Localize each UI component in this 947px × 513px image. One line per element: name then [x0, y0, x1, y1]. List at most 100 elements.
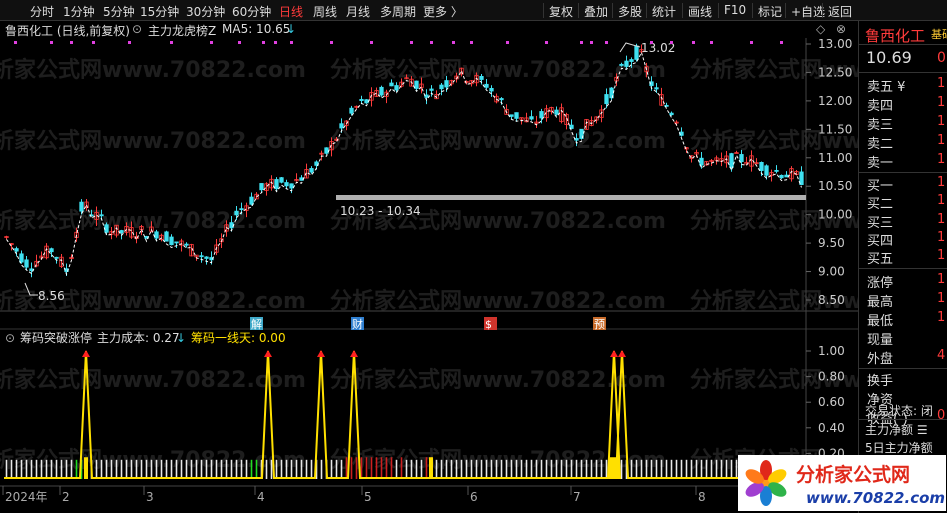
candle-body	[489, 88, 494, 92]
timeframe-tab-2[interactable]: 5分钟	[103, 3, 135, 20]
timeframe-tab-3[interactable]: 15分钟	[140, 3, 179, 20]
y-tick-label: 10.50	[818, 179, 852, 193]
toolbar-action-0[interactable]: 复权	[549, 3, 573, 20]
candle-body	[239, 208, 244, 211]
site-logo: 分析家公式网 www.70822.com	[738, 455, 946, 511]
candle-body	[739, 154, 744, 163]
candle-body	[479, 75, 484, 80]
fund-row-5day[interactable]: 5日主力净额	[865, 439, 933, 456]
signal-dot	[210, 41, 213, 44]
candle-body	[604, 94, 609, 105]
timeframe-tab-10[interactable]: 更多 〉	[423, 3, 463, 20]
candle-body	[309, 168, 314, 173]
sub-y-tick-label: 0.80	[818, 370, 845, 384]
timeframe-tab-9[interactable]: 多周期	[380, 3, 416, 20]
timeframe-tab-8[interactable]: 月线	[346, 3, 370, 20]
y-tick-label: 8.50	[818, 293, 845, 307]
signal-dot	[70, 41, 73, 44]
toolbar-action-8[interactable]: 返回	[828, 3, 852, 20]
y-tick-label: 10.00	[818, 208, 852, 222]
candle-body	[234, 210, 239, 216]
x-tick-label: 6	[470, 490, 478, 504]
chip-range-bar	[336, 195, 806, 200]
candle-body	[779, 174, 784, 179]
range-label: 10.23 - 10.34	[340, 204, 421, 218]
buy-label-0: 买一	[867, 179, 894, 194]
watermark-text: 分析家公式网www.70822.com	[0, 367, 306, 393]
candle-body	[629, 59, 634, 62]
fund-row-main[interactable]: 主力净额 ☰	[865, 421, 928, 438]
timeframe-tab-1[interactable]: 1分钟	[63, 3, 95, 20]
y-tick-label: 9.00	[818, 265, 845, 279]
sell-label-2: 卖三	[867, 118, 894, 133]
sub-indicator-icon: ⊙	[5, 331, 15, 345]
yellow-block	[84, 457, 88, 479]
toolbar-action-5[interactable]: F10	[724, 3, 746, 17]
kline-chart[interactable]: 分析家公式网www.70822.com 分析家公式网www.70822.com 分析…	[0, 21, 858, 513]
candle-body	[729, 153, 734, 168]
limit-up-marker	[610, 350, 618, 357]
signal-dot	[128, 41, 131, 44]
stat-label-1: 最高	[867, 294, 894, 310]
stock-name[interactable]: 鲁西化工	[865, 25, 925, 46]
timeframe-tab-7[interactable]: 周线	[313, 3, 337, 20]
sell-label-4: 卖一	[867, 156, 894, 171]
candle-body	[444, 80, 449, 88]
candle-body	[799, 171, 804, 185]
timeframe-tab-5[interactable]: 60分钟	[232, 3, 271, 20]
toolbar-action-6[interactable]: 标记	[758, 3, 782, 20]
signal-dot	[605, 41, 608, 44]
signal-dot	[410, 41, 413, 44]
candle-body	[279, 177, 284, 183]
candle-body	[509, 114, 514, 117]
toolbar-action-1[interactable]: 叠加	[584, 3, 608, 20]
candle-body	[554, 109, 559, 115]
sub-y-tick-label: 0.40	[818, 421, 845, 435]
timeframe-tab-6[interactable]: 日线	[279, 3, 303, 20]
candle-body	[49, 248, 54, 253]
event-badge-label: 预	[594, 318, 605, 331]
signal-dot	[50, 41, 53, 44]
toolbar-action-2[interactable]: 多股	[618, 3, 642, 20]
signal-dot	[750, 41, 753, 44]
stat-label-4: 外盘	[867, 351, 894, 367]
line-label: 筹码一线天: 0.00	[191, 331, 286, 345]
sell-label-3: 卖二	[867, 137, 894, 152]
candle-body	[364, 99, 369, 104]
price-change: 0	[937, 50, 946, 66]
sell-value-2: 1	[937, 114, 946, 129]
signal-dot	[170, 41, 173, 44]
signal-dot	[670, 41, 673, 44]
sell-label-0: 卖五 ¥	[867, 80, 906, 95]
candle-body	[539, 111, 544, 119]
candle-body	[414, 80, 419, 89]
candle-body	[484, 83, 489, 88]
candle-body	[774, 169, 779, 172]
signal-dot	[262, 41, 265, 44]
buy-label-1: 买二	[867, 197, 894, 213]
toolbar-action-4[interactable]: 画线	[688, 3, 712, 20]
candle-body	[529, 116, 534, 120]
candle-body	[514, 112, 519, 119]
timeframe-tab-4[interactable]: 30分钟	[186, 3, 225, 20]
toolbar-action-3[interactable]: 统计	[652, 3, 676, 20]
extra-label-0: 换手	[867, 373, 894, 389]
candle-body	[389, 82, 394, 87]
candle-body	[259, 183, 264, 191]
candle-body	[229, 222, 234, 229]
toolbar-action-7[interactable]: +自选	[791, 3, 825, 20]
candle-body	[349, 107, 354, 114]
candle-body	[169, 236, 174, 246]
candle-body	[634, 45, 639, 60]
candle-body	[324, 147, 329, 154]
stat-label-2: 最低	[867, 313, 894, 329]
sub-y-tick-label: 0.60	[818, 395, 845, 409]
candle-body	[499, 98, 504, 101]
signal-dot	[650, 41, 653, 44]
y-tick-label: 9.50	[818, 236, 845, 250]
y-tick-label: 12.00	[818, 94, 852, 108]
candle-body	[394, 85, 399, 91]
stat-label-0: 涨停	[867, 275, 894, 291]
candle-body	[289, 183, 294, 189]
timeframe-tab-0[interactable]: 分时	[30, 3, 54, 20]
